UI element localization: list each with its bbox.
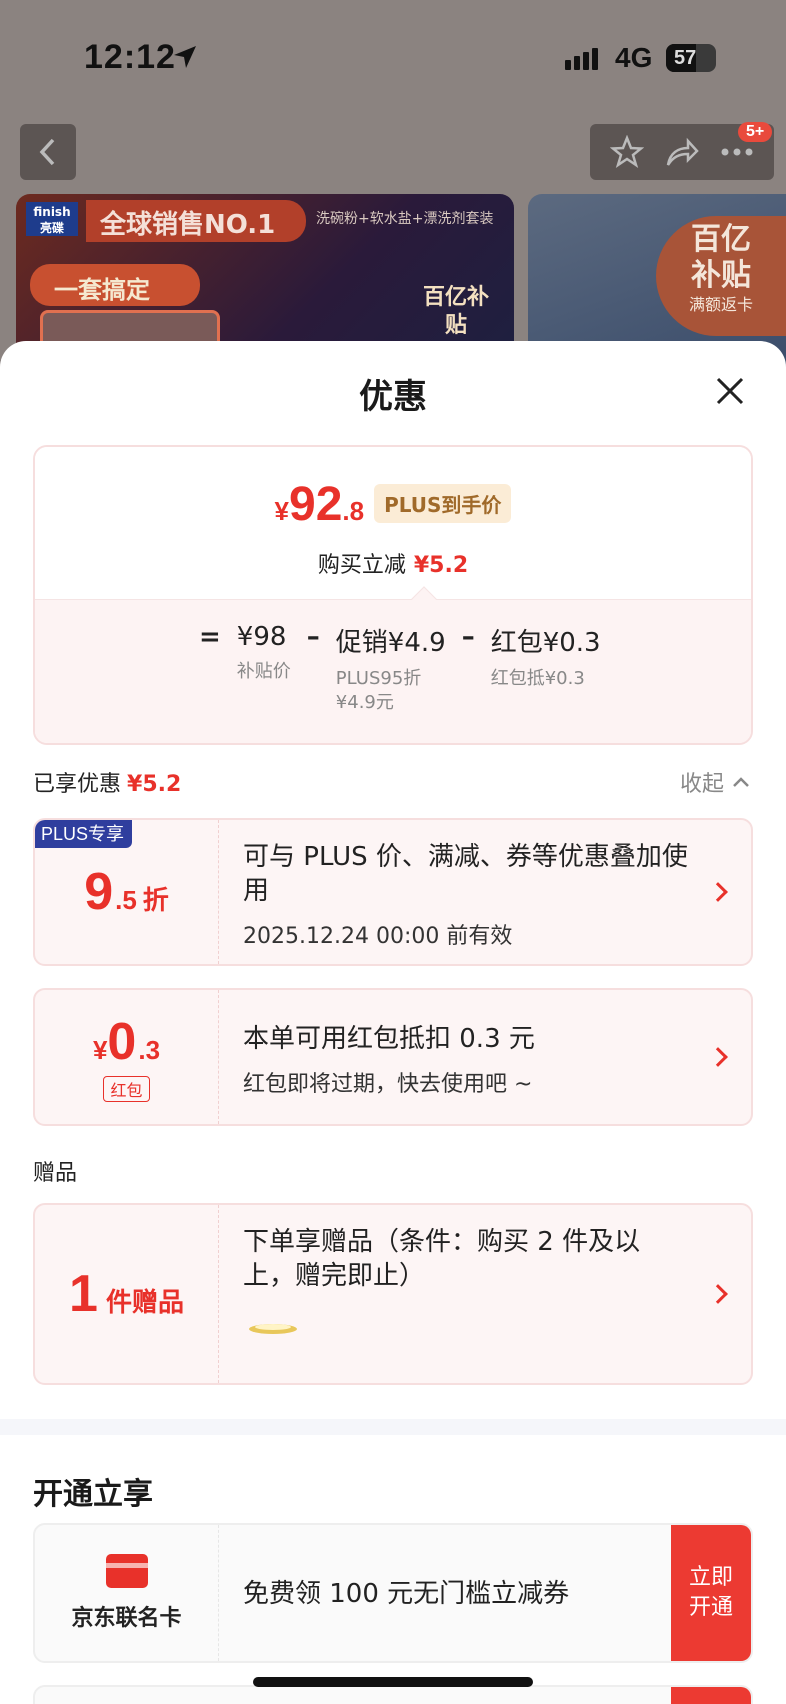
next-offer-button[interactable]: [671, 1687, 751, 1704]
location-arrow-icon: [174, 46, 196, 68]
minus-sign: –: [306, 622, 320, 652]
enjoyed-discount-label: 已享优惠 ¥5.2: [33, 772, 182, 797]
chevron-right-icon: [708, 1047, 728, 1067]
open-section-title: 开通立享: [33, 1477, 153, 1512]
banner-pill: 一套搞定: [30, 264, 200, 306]
signal-icon: [565, 48, 598, 70]
chevron-left-icon: [39, 138, 55, 166]
equals-sign: =: [199, 622, 221, 652]
gift-card-title: 下单享赠品（条件：购买 2 件及以上，赠完即止）: [243, 1227, 641, 1291]
credit-card-icon: [105, 1554, 148, 1588]
price-formula: = ¥98 补贴价 – 促销¥4.9 PLUS95折 ¥4.9元 – 红包¥0.…: [199, 622, 617, 715]
plus-price-tag: PLUS到手价: [374, 484, 512, 523]
gift-card[interactable]: 1 件赠品 下单享赠品（条件：购买 2 件及以上，赠完即止）: [33, 1203, 753, 1385]
final-price: ¥92.8: [274, 478, 365, 531]
subsidy-badge-sub: 满额返卡: [688, 295, 753, 314]
gift-label: 赠品: [33, 1161, 78, 1186]
share-icon[interactable]: [664, 135, 700, 169]
co-brand-card-title: 免费领 100 元无门槛立减券: [243, 1579, 570, 1609]
status-time: 12:12: [84, 38, 176, 76]
status-bar: 12:12 4G 57: [0, 0, 786, 120]
sheet-title: 优惠: [359, 377, 427, 417]
formula-term-promo: 促销¥4.9 PLUS95折 ¥4.9元: [335, 628, 446, 713]
notification-badge: 5+: [738, 122, 773, 142]
next-offer-card[interactable]: [33, 1685, 753, 1704]
battery-icon: 57: [666, 44, 716, 72]
red-packet-card[interactable]: ¥0.3 红包 本单可用红包抵扣 0.3 元 红包即将过期，快去使用吧 ~: [33, 988, 753, 1126]
gift-count: 1 件赠品: [69, 1265, 184, 1323]
close-icon[interactable]: [712, 373, 748, 409]
red-packet-title: 本单可用红包抵扣 0.3 元: [243, 1024, 535, 1054]
co-brand-card-offer[interactable]: 京东联名卡 免费领 100 元无门槛立减券 立即开通: [33, 1523, 753, 1663]
minus-sign: –: [461, 622, 475, 652]
battery-level: 57: [674, 47, 697, 69]
subsidy-badge-line1: 百亿: [691, 222, 751, 257]
formula-term-redpacket: 红包¥0.3 红包抵¥0.3: [490, 628, 601, 689]
red-packet-tag: 红包: [103, 1076, 150, 1102]
chevron-right-icon: [708, 1284, 728, 1304]
network-type: 4G: [615, 42, 653, 73]
red-packet-sub: 红包即将过期，快去使用吧 ~: [243, 1072, 533, 1097]
subsidy-badge-line2: 补贴: [691, 258, 751, 293]
brand-logo: finish 亮碟: [26, 202, 78, 236]
formula-term-base: ¥98 补贴价: [236, 622, 291, 682]
plus-discount-card[interactable]: 9.5 折 PLUS专享 可与 PLUS 价、满减、券等优惠叠加使用 2025.1…: [33, 818, 753, 966]
reduce-row: 购买立减 ¥5.2: [35, 547, 751, 579]
section-divider: [0, 1419, 786, 1435]
plus-exclusive-tag: PLUS专享: [35, 820, 133, 848]
gift-product-image: [249, 1324, 297, 1334]
banner-subtitle: 洗碗粉+软水盐+漂洗剂套装: [316, 211, 494, 227]
discount-sheet: 优惠 ¥92.8 PLUS到手价 购买立减 ¥5.2 = ¥98 补贴价 – 促…: [0, 341, 786, 1704]
chevron-up-icon: [733, 777, 749, 787]
price-summary: ¥92.8 PLUS到手价 购买立减 ¥5.2 = ¥98 补贴价 – 促销¥4.…: [33, 445, 753, 745]
home-indicator: [253, 1677, 533, 1687]
collapse-button[interactable]: 收起: [680, 766, 750, 798]
subsidy-badge: 百亿 补贴 满额返卡: [656, 216, 786, 336]
open-now-button[interactable]: 立即开通: [671, 1525, 751, 1661]
more-icon[interactable]: [720, 147, 754, 157]
reduce-label: 购买立减: [317, 553, 406, 578]
chevron-right-icon: [708, 882, 728, 902]
co-brand-card-label: 京东联名卡: [71, 1606, 182, 1631]
red-packet-amount: ¥0.3: [92, 1013, 161, 1071]
discount-card-title: 可与 PLUS 价、满减、券等优惠叠加使用: [243, 842, 688, 906]
discount-rate: 9.5 折: [84, 863, 169, 921]
enjoyed-discount-value: ¥5.2: [127, 772, 182, 797]
reduce-value: ¥5.2: [413, 553, 469, 578]
back-button[interactable]: [20, 124, 76, 180]
banner-title: 全球销售NO.1: [86, 200, 306, 242]
star-icon[interactable]: [610, 135, 644, 169]
discount-card-validity: 2025.12.24 00:00 前有效: [243, 924, 513, 949]
